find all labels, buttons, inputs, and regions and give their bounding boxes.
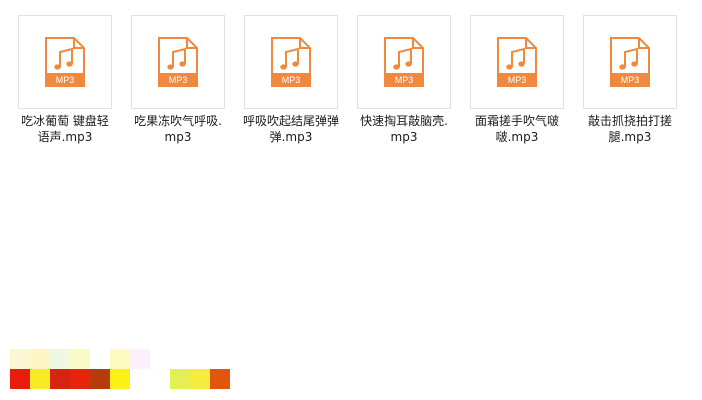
file-name[interactable]: 快速掏耳敲脑壳.mp3 <box>356 113 452 145</box>
mp3-file-icon: MP3 <box>384 37 424 87</box>
file-thumbnail[interactable]: MP3 <box>18 15 112 109</box>
mp3-file-icon: MP3 <box>45 37 85 87</box>
file-thumbnail[interactable]: MP3 <box>244 15 338 109</box>
watermark-pixel <box>190 349 210 369</box>
file-thumbnail[interactable]: MP3 <box>131 15 225 109</box>
watermark-pixel <box>210 349 230 369</box>
svg-text:MP3: MP3 <box>395 75 414 85</box>
watermark-pixel <box>150 349 170 369</box>
watermark-pixel <box>30 349 50 369</box>
svg-text:MP3: MP3 <box>282 75 301 85</box>
watermark-pixel <box>130 349 150 369</box>
file-thumbnail[interactable]: MP3 <box>470 15 564 109</box>
mp3-file-icon: MP3 <box>158 37 198 87</box>
watermark-pixel <box>10 369 30 389</box>
file-item[interactable]: MP3 面霜搓手吹气啵啵.mp3 <box>469 15 565 145</box>
svg-text:MP3: MP3 <box>169 75 188 85</box>
pixelated-watermark <box>10 349 230 389</box>
watermark-pixel <box>70 369 90 389</box>
watermark-pixel <box>190 369 210 389</box>
watermark-pixel <box>90 369 110 389</box>
file-name[interactable]: 面霜搓手吹气啵啵.mp3 <box>469 113 565 145</box>
watermark-pixel <box>170 369 190 389</box>
file-item[interactable]: MP3 快速掏耳敲脑壳.mp3 <box>356 15 452 145</box>
watermark-pixel <box>210 369 230 389</box>
watermark-pixel <box>170 349 190 369</box>
mp3-file-icon: MP3 <box>610 37 650 87</box>
watermark-pixel <box>10 349 30 369</box>
mp3-file-icon: MP3 <box>497 37 537 87</box>
file-thumbnail[interactable]: MP3 <box>583 15 677 109</box>
watermark-pixel <box>30 369 50 389</box>
watermark-pixel <box>130 369 150 389</box>
file-item[interactable]: MP3 敲击抓挠拍打搓腿.mp3 <box>582 15 678 145</box>
file-grid: MP3 吃冰葡萄 键盘轻语声.mp3 MP3 吃果冻吹气呼吸.mp3 MP3 呼… <box>17 15 678 145</box>
file-name[interactable]: 吃冰葡萄 键盘轻语声.mp3 <box>17 113 113 145</box>
file-name[interactable]: 呼吸吹起结尾弹弹弹.mp3 <box>243 113 339 145</box>
svg-text:MP3: MP3 <box>56 75 75 85</box>
file-item[interactable]: MP3 吃果冻吹气呼吸.mp3 <box>130 15 226 145</box>
mp3-file-icon: MP3 <box>271 37 311 87</box>
file-item[interactable]: MP3 呼吸吹起结尾弹弹弹.mp3 <box>243 15 339 145</box>
watermark-pixel <box>50 369 70 389</box>
file-thumbnail[interactable]: MP3 <box>357 15 451 109</box>
watermark-pixel <box>50 349 70 369</box>
watermark-pixel <box>90 349 110 369</box>
svg-text:MP3: MP3 <box>621 75 640 85</box>
watermark-pixel <box>150 369 170 389</box>
file-name[interactable]: 吃果冻吹气呼吸.mp3 <box>130 113 226 145</box>
watermark-pixel <box>110 369 130 389</box>
file-item[interactable]: MP3 吃冰葡萄 键盘轻语声.mp3 <box>17 15 113 145</box>
watermark-pixel <box>70 349 90 369</box>
file-name[interactable]: 敲击抓挠拍打搓腿.mp3 <box>582 113 678 145</box>
watermark-pixel <box>110 349 130 369</box>
svg-text:MP3: MP3 <box>508 75 527 85</box>
